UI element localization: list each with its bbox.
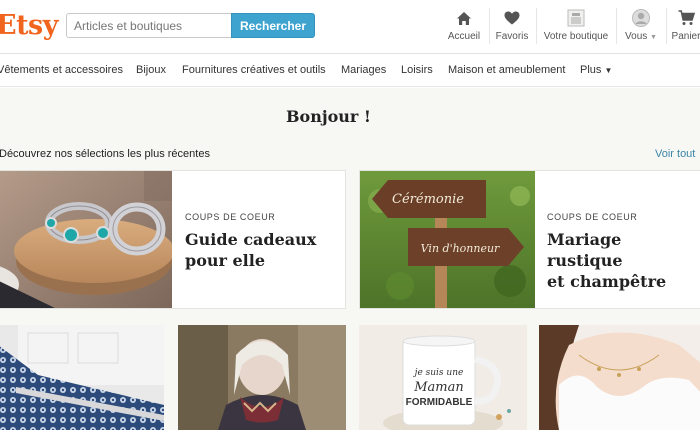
- wedding-signs-photo: Cérémonie Vin d'honneur: [360, 171, 535, 308]
- category-hobbies[interactable]: Loisirs: [401, 64, 433, 76]
- nav-your-shop-label: Votre boutique: [543, 31, 609, 42]
- product-tile-scarf[interactable]: [178, 325, 346, 430]
- tiled-floor-photo: [0, 325, 164, 430]
- category-craft-supplies[interactable]: Fournitures créatives et outils: [182, 64, 326, 76]
- divider: [616, 8, 617, 44]
- nav-home-label: Accueil: [447, 31, 481, 42]
- category-weddings[interactable]: Mariages: [341, 64, 386, 76]
- product-tile-mug[interactable]: je suis une Maman FORMIDABLE: [359, 325, 527, 430]
- nav-cart-label: Panier: [671, 31, 700, 42]
- necklace-photo: [539, 325, 700, 430]
- search-bar: Rechercher: [66, 13, 315, 38]
- divider: [536, 8, 537, 44]
- product-tile-tiles[interactable]: [0, 325, 164, 430]
- category-clothing[interactable]: Vêtements et accessoires: [0, 64, 123, 76]
- nav-favorites[interactable]: Favoris: [494, 8, 530, 48]
- card-kicker: COUPS DE COEUR: [547, 212, 638, 222]
- card-title: Guide cadeaux pour elle: [185, 230, 317, 270]
- category-home[interactable]: Maison et ameublement: [448, 64, 565, 76]
- category-jewelry[interactable]: Bijoux: [136, 64, 166, 76]
- divider: [489, 8, 490, 44]
- nav-favorites-label: Favoris: [495, 31, 529, 42]
- collection-card-gift-guide[interactable]: COUPS DE COEUR Guide cadeaux pour elle: [0, 170, 346, 309]
- rings-photo: [0, 171, 172, 308]
- card-title: Mariage rustique et champêtre: [547, 230, 667, 291]
- greeting-heading: Bonjour !: [286, 107, 371, 126]
- avatar-icon: [632, 8, 650, 28]
- mug-photo: je suis une Maman FORMIDABLE: [359, 325, 527, 430]
- mug-text-line2: Maman: [413, 380, 464, 395]
- divider: [666, 8, 667, 44]
- mug-text-line3: FORMIDABLE: [406, 397, 473, 408]
- etsy-logo[interactable]: Etsy: [0, 10, 58, 41]
- category-nav: Vêtements et accessoires Bijoux Fournitu…: [0, 55, 700, 87]
- category-more[interactable]: Plus ▼: [580, 64, 612, 76]
- see-all-link[interactable]: Voir tout: [655, 148, 695, 160]
- heart-icon: [504, 8, 520, 28]
- chevron-down-icon: ▼: [650, 34, 657, 41]
- collection-card-rustic-wedding[interactable]: Cérémonie Vin d'honneur COUPS DE COEUR M…: [359, 170, 700, 309]
- top-header: Etsy Rechercher Accueil Favoris Votre bo…: [0, 0, 700, 54]
- product-tile-necklace[interactable]: [539, 325, 700, 430]
- nav-you[interactable]: Vous ▼: [623, 8, 659, 48]
- home-icon: [456, 8, 472, 28]
- sign-reception-text: Vin d'honneur: [421, 242, 500, 255]
- search-button[interactable]: Rechercher: [231, 13, 315, 38]
- sign-ceremony-text: Cérémonie: [392, 192, 464, 207]
- search-input[interactable]: [66, 13, 231, 38]
- nav-you-label: Vous ▼: [625, 31, 657, 42]
- model-scarf-photo: [178, 325, 346, 430]
- mug-text-line1: je suis une: [413, 368, 464, 378]
- nav-your-shop[interactable]: Votre boutique: [542, 8, 610, 48]
- cart-icon: [678, 8, 695, 28]
- nav-home[interactable]: Accueil: [444, 8, 484, 48]
- card-kicker: COUPS DE COEUR: [185, 212, 276, 222]
- caret-down-icon: ▼: [604, 66, 613, 75]
- section-heading: Découvrez nos sélections les plus récent…: [0, 148, 210, 160]
- nav-cart[interactable]: Panier: [671, 8, 700, 48]
- shop-icon: [567, 8, 585, 28]
